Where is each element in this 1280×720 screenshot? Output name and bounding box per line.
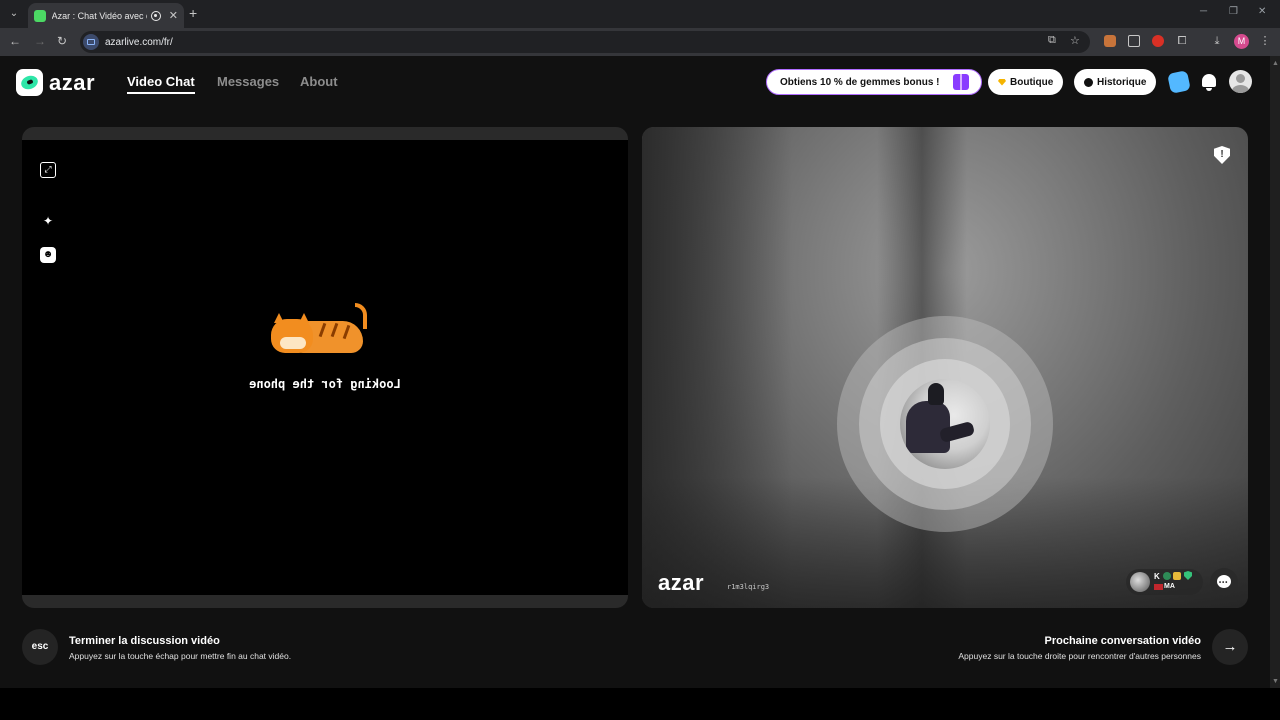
browser-tab[interactable]: Azar : Chat Vidéo avec de n ✕: [28, 3, 184, 28]
self-video-panel: ⤢ ✦ ☻ Looking for the phone: [22, 127, 628, 608]
extension-icon[interactable]: [1128, 35, 1140, 47]
partner-avatar: [1130, 572, 1150, 592]
nav-messages[interactable]: Messages: [217, 74, 279, 89]
magic-wand-icon[interactable]: ✦: [40, 213, 56, 229]
bookmark-star-icon[interactable]: ☆: [1070, 34, 1080, 47]
partner-preview-image: [900, 379, 990, 469]
partner-name: K: [1154, 572, 1160, 581]
notification-bell-icon[interactable]: [1199, 72, 1219, 92]
history-label: Historique: [1097, 76, 1147, 88]
close-window-icon[interactable]: ✕: [1258, 6, 1266, 17]
profile-avatar[interactable]: M: [1234, 34, 1249, 49]
tab-search-icon[interactable]: ⌄: [6, 6, 22, 22]
extension-icon[interactable]: [1104, 35, 1116, 47]
looking-status-text: Looking for the phone: [249, 377, 401, 391]
download-icon[interactable]: ⤓: [1211, 35, 1223, 47]
browser-toolbar: ← → ↻ azarlive.com/fr/ ⧉ ☆ ⧠ ⤓ M ⋮: [0, 28, 1280, 56]
logo-text: azar: [49, 69, 96, 95]
maximize-icon[interactable]: ❐: [1229, 6, 1238, 17]
scroll-down-icon[interactable]: ▼: [1272, 678, 1279, 685]
install-app-icon[interactable]: ⧉: [1048, 34, 1056, 47]
partner-info-chip[interactable]: K MA: [1126, 569, 1203, 595]
next-chat-hint: Appuyez sur la touche droite pour rencon…: [958, 651, 1201, 661]
expand-icon[interactable]: ⤢: [40, 162, 56, 178]
verified-shield-icon: [1184, 571, 1192, 580]
badge-icon: [1163, 572, 1171, 580]
address-bar[interactable]: azarlive.com/fr/ ⧉ ☆: [80, 31, 1090, 53]
minimize-icon[interactable]: ─: [1200, 6, 1207, 17]
azar-watermark: azar: [658, 570, 705, 595]
end-chat-title: Terminer la discussion vidéo: [69, 635, 220, 647]
end-chat-hint: Appuyez sur la touche échap pour mettre …: [69, 651, 292, 661]
page-scrollbar[interactable]: [1270, 56, 1280, 688]
extension-icon[interactable]: [1152, 35, 1164, 47]
cat-illustration: [271, 303, 371, 363]
azar-logo[interactable]: azar: [16, 69, 95, 96]
gem-bonus-promo-button[interactable]: Obtiens 10 % de gemmes bonus !: [766, 69, 982, 95]
chat-bubble-icon[interactable]: •••: [1210, 568, 1238, 596]
tab-close-icon[interactable]: ✕: [169, 9, 178, 22]
self-video-feed: ⤢ ✦ ☻ Looking for the phone: [22, 140, 628, 595]
shop-button[interactable]: Boutique: [988, 69, 1064, 95]
recording-icon: [151, 10, 161, 21]
forward-icon[interactable]: →: [34, 34, 46, 48]
promo-label: Obtiens 10 % de gemmes bonus !: [780, 76, 940, 88]
history-button[interactable]: Historique: [1074, 69, 1157, 95]
azar-favicon: [34, 9, 46, 22]
bottom-strip: [0, 688, 1280, 720]
gem-cube-icon[interactable]: [1167, 70, 1191, 94]
report-shield-icon[interactable]: !: [1214, 146, 1230, 164]
shop-label: Boutique: [1010, 76, 1054, 88]
logo-icon: [16, 69, 43, 96]
watermark-id: r1m3lqirg3: [727, 583, 770, 591]
scroll-up-icon[interactable]: ▲: [1272, 60, 1279, 67]
next-arrow-button[interactable]: →: [1212, 629, 1248, 665]
country-flag-icon: [1154, 584, 1163, 590]
extensions-puzzle-icon[interactable]: ⧠: [1176, 35, 1188, 47]
nav-about[interactable]: About: [300, 74, 338, 89]
back-icon[interactable]: ←: [9, 34, 21, 48]
new-tab-icon[interactable]: +: [189, 5, 197, 21]
face-filter-icon[interactable]: ☻: [40, 247, 56, 263]
gem-icon: [998, 78, 1006, 86]
clock-icon: [1084, 77, 1093, 87]
partner-video-panel: ! azar r1m3lqirg3 K MA •••: [642, 127, 1248, 608]
browser-tabstrip: ⌄ Azar : Chat Vidéo avec de n ✕ + ─ ❐ ✕: [0, 0, 1280, 28]
gift-icon: [953, 74, 969, 90]
esc-button[interactable]: esc: [22, 629, 58, 665]
menu-icon[interactable]: ⋮: [1259, 35, 1271, 47]
tab-title: Azar : Chat Vidéo avec de n: [51, 10, 147, 21]
nav-video-chat[interactable]: Video Chat: [127, 74, 195, 94]
url-text: azarlive.com/fr/: [105, 36, 173, 48]
next-chat-title: Prochaine conversation vidéo: [1044, 635, 1202, 647]
user-avatar[interactable]: [1229, 70, 1252, 93]
reload-icon[interactable]: ↻: [57, 34, 67, 48]
azar-app: azar Video Chat Messages About Obtiens 1…: [0, 56, 1270, 688]
site-info-icon[interactable]: [83, 34, 99, 50]
partner-country: MA: [1164, 583, 1175, 590]
crown-icon: [1173, 572, 1181, 580]
